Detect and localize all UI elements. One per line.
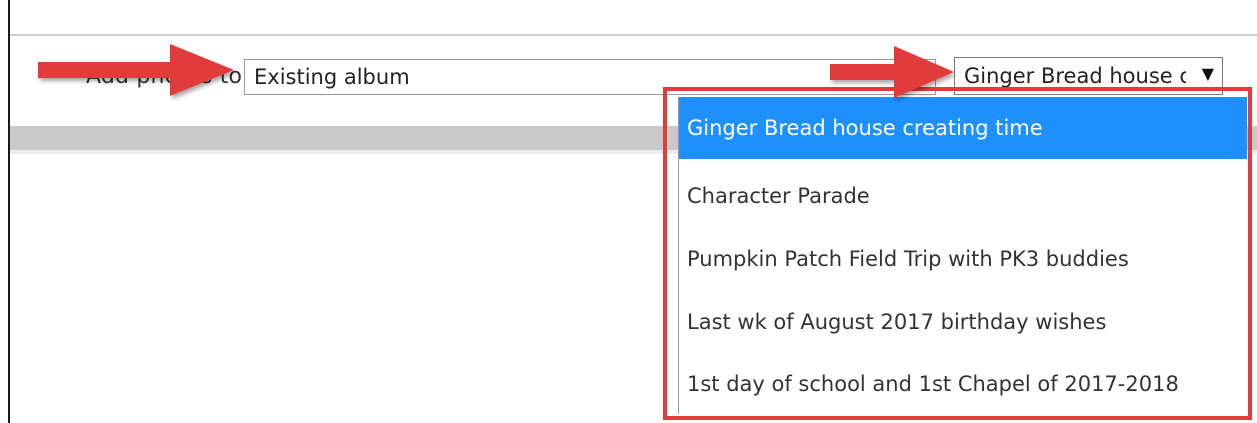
album-option-1[interactable]: Ginger Bread house creating time [679, 97, 1247, 159]
album-type-select[interactable]: Existing album [244, 59, 936, 95]
album-dropdown-list: Ginger Bread house creating time Charact… [678, 97, 1247, 415]
header-divider [10, 34, 1257, 36]
album-option-4[interactable]: Last wk of August 2017 birthday wishes [679, 291, 1247, 353]
album-option-5[interactable]: 1st day of school and 1st Chapel of 2017… [679, 353, 1247, 415]
album-select[interactable]: Ginger Bread house creating time ▼ [954, 57, 1223, 95]
album-option-2[interactable]: Character Parade [679, 165, 1247, 227]
album-select-value: Ginger Bread house creating time [964, 64, 1186, 88]
album-type-value: Existing album [254, 65, 410, 89]
add-photos-label: Add photos to [86, 64, 243, 89]
chevron-down-icon[interactable]: ▼ [1202, 64, 1214, 83]
album-option-3[interactable]: Pumpkin Patch Field Trip with PK3 buddie… [679, 228, 1247, 290]
